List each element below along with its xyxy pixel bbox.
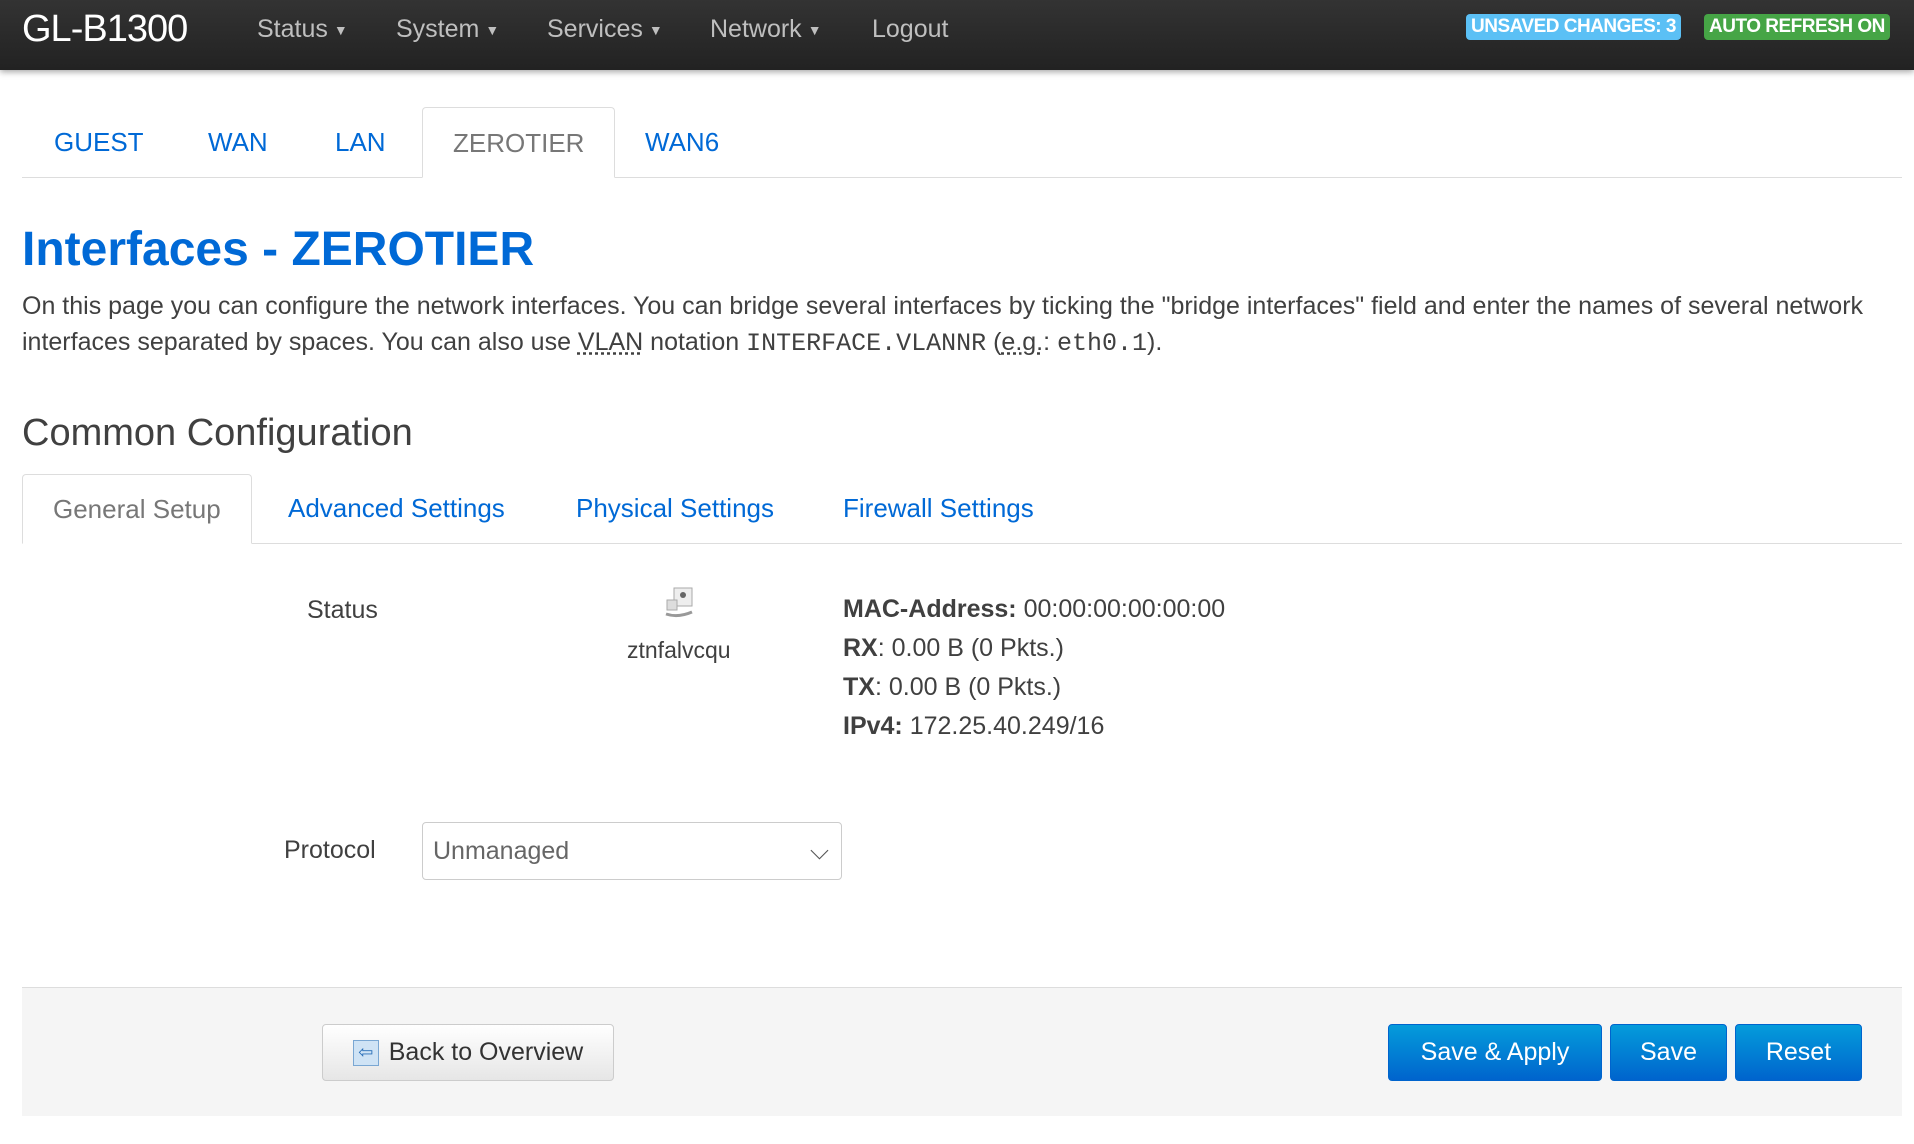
unsaved-changes-badge[interactable]: UNSAVED CHANGES: 3 bbox=[1466, 14, 1681, 40]
tab-zerotier[interactable]: ZEROTIER bbox=[422, 107, 616, 178]
auto-refresh-badge[interactable]: AUTO REFRESH ON bbox=[1704, 14, 1890, 40]
interface-name: ztnfalvcqu bbox=[627, 637, 731, 663]
code-interface: INTERFACE.VLANNR bbox=[746, 329, 987, 358]
menu-label: Status bbox=[257, 15, 328, 43]
status-label: Status bbox=[307, 596, 378, 624]
code-example: eth0.1 bbox=[1057, 329, 1148, 358]
tab-wan[interactable]: WAN bbox=[178, 107, 298, 178]
caret-down-icon: ▼ bbox=[648, 22, 663, 39]
reset-button[interactable]: Reset bbox=[1735, 1024, 1862, 1081]
top-navbar: GL-B1300 Status ▼ System ▼ Services ▼ Netwo… bbox=[0, 0, 1914, 70]
menu-logout[interactable]: Logout bbox=[872, 15, 948, 44]
desc-text: ( bbox=[986, 328, 1002, 356]
eg-abbr: e.g. bbox=[1001, 328, 1044, 356]
back-arrow-icon: ⇦ bbox=[352, 1040, 379, 1067]
tab-general-setup[interactable]: General Setup bbox=[22, 474, 252, 544]
form-footer: ⇦ Back to Overview Save & Apply Save Rese… bbox=[22, 987, 1902, 1116]
menu-status[interactable]: Status ▼ bbox=[257, 15, 348, 44]
chevron-down-icon: ⌵ bbox=[810, 837, 829, 865]
desc-text: notation bbox=[643, 328, 747, 356]
page-title: Interfaces - ZEROTIER bbox=[22, 223, 535, 276]
protocol-label: Protocol bbox=[284, 836, 376, 864]
caret-down-icon: ▼ bbox=[807, 22, 822, 39]
tx-label: TX bbox=[843, 673, 875, 701]
desc-text: ). bbox=[1147, 328, 1163, 356]
ipv4-label: IPv4: bbox=[843, 712, 903, 740]
protocol-select[interactable]: Unmanaged ⌵ bbox=[422, 822, 842, 880]
page-description: On this page you can configure the netwo… bbox=[22, 288, 1902, 362]
menu-label: Network bbox=[710, 15, 802, 43]
brand-logo[interactable]: GL-B1300 bbox=[22, 8, 188, 51]
menu-label: System bbox=[396, 15, 480, 43]
tab-guest[interactable]: GUEST bbox=[24, 107, 174, 178]
back-to-overview-button[interactable]: ⇦ Back to Overview bbox=[322, 1024, 614, 1081]
rx-value: : 0.00 B (0 Pkts.) bbox=[877, 634, 1064, 662]
back-label: Back to Overview bbox=[388, 1038, 584, 1066]
config-tabs: General Setup Advanced Settings Physical… bbox=[22, 474, 1902, 544]
tab-advanced-settings[interactable]: Advanced Settings bbox=[258, 474, 535, 544]
section-title: Common Configuration bbox=[22, 412, 413, 454]
tab-lan[interactable]: LAN bbox=[305, 107, 416, 178]
menu-label: Services bbox=[547, 15, 643, 43]
ipv4-value: 172.25.40.249/16 bbox=[909, 712, 1105, 740]
caret-down-icon: ▼ bbox=[485, 22, 500, 39]
tab-wan6[interactable]: WAN6 bbox=[615, 107, 749, 178]
save-apply-button[interactable]: Save & Apply bbox=[1388, 1024, 1602, 1081]
tx-value: : 0.00 B (0 Pkts.) bbox=[874, 673, 1062, 701]
menu-system[interactable]: System ▼ bbox=[396, 15, 499, 44]
save-button[interactable]: Save bbox=[1610, 1024, 1727, 1081]
mac-label: MAC-Address: bbox=[843, 595, 1017, 623]
network-interface-icon bbox=[665, 587, 693, 618]
caret-down-icon: ▼ bbox=[333, 22, 348, 39]
mac-value: 00:00:00:00:00:00 bbox=[1023, 595, 1226, 623]
interface-tabs: GUEST WAN LAN ZEROTIER WAN6 bbox=[22, 107, 1902, 178]
tab-physical-settings[interactable]: Physical Settings bbox=[546, 474, 804, 544]
menu-network[interactable]: Network ▼ bbox=[710, 15, 822, 44]
tab-firewall-settings[interactable]: Firewall Settings bbox=[813, 474, 1064, 544]
vlan-abbr: VLAN bbox=[577, 328, 644, 356]
menu-services[interactable]: Services ▼ bbox=[547, 15, 663, 44]
interface-stats: MAC-Address: 00:00:00:00:00:00 RX: 0.00 … bbox=[843, 590, 1225, 746]
rx-label: RX bbox=[843, 634, 878, 662]
desc-text: : bbox=[1043, 328, 1058, 356]
protocol-value: Unmanaged bbox=[433, 837, 570, 865]
